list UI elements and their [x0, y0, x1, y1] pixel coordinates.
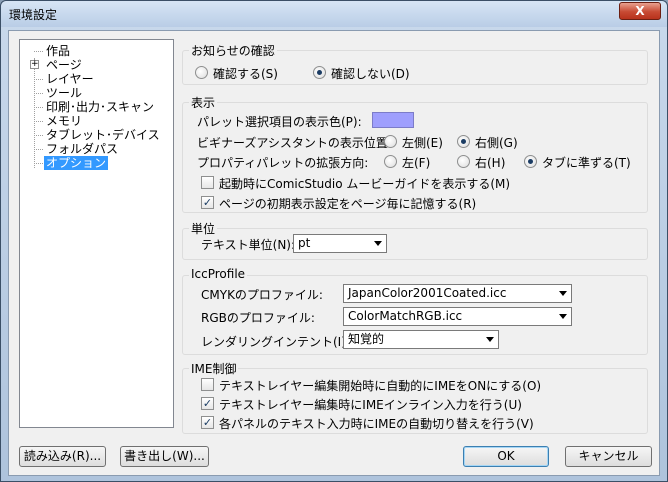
- tree-item-print[interactable]: 印刷･出力･スキャン: [44, 100, 156, 114]
- title-bar[interactable]: 環境設定 X: [1, 1, 667, 27]
- property-tab-radio[interactable]: [524, 155, 537, 168]
- tree-item-works[interactable]: 作品: [44, 44, 72, 58]
- startup-guide-label[interactable]: 起動時にComicStudio ムービーガイドを表示する(M): [219, 175, 510, 192]
- property-right-radio[interactable]: [457, 155, 470, 168]
- notice-group-title: お知らせの確認: [189, 42, 277, 59]
- chevron-down-icon: [559, 291, 567, 296]
- beginner-right-radio[interactable]: [457, 135, 470, 148]
- tree-item-memory[interactable]: メモリ: [44, 114, 84, 128]
- ime-auto-switch-label[interactable]: 各パネルのテキスト入力時にIMEの自動切り替えを行う(V): [219, 415, 534, 432]
- ime-auto-switch-checkbox[interactable]: ✓: [201, 416, 214, 429]
- noconfirm-radio[interactable]: [313, 66, 326, 79]
- cmyk-profile-select[interactable]: JapanColor2001Coated.icc: [343, 284, 572, 303]
- chevron-down-icon: [374, 241, 382, 246]
- rgb-profile-label: RGBのプロファイル:: [201, 311, 315, 325]
- display-group: 表示 パレット選択項目の表示色(P): ビギナーズアシスタントの表示位置: 左側…: [182, 94, 648, 213]
- text-unit-select[interactable]: pt: [293, 234, 387, 253]
- unit-group: 単位 テキスト単位(N): pt: [182, 220, 648, 260]
- cancel-button[interactable]: キャンセル: [565, 446, 652, 467]
- tree-item-option[interactable]: オプション: [44, 156, 109, 170]
- beginner-left-label[interactable]: 左側(E): [402, 134, 443, 151]
- confirm-label[interactable]: 確認する(S): [213, 65, 278, 82]
- tree-item-layer[interactable]: レイヤー: [44, 72, 96, 86]
- beginner-left-radio[interactable]: [384, 135, 397, 148]
- dialog-body: 作品 + ページ レイヤー ツール 印刷･出力･スキャン メモリ タブレット･デ…: [8, 30, 660, 476]
- property-tab-label[interactable]: タブに準ずる(T): [542, 154, 631, 171]
- noconfirm-label[interactable]: 確認しない(D): [331, 65, 410, 82]
- cmyk-profile-label: CMYKのプロファイル:: [201, 288, 323, 302]
- tree-item-folder-path[interactable]: フォルダパス: [44, 142, 120, 156]
- window-title: 環境設定: [9, 8, 58, 22]
- rendering-intent-label: レンダリングインテント(I):: [201, 335, 350, 349]
- expand-icon[interactable]: +: [30, 60, 39, 69]
- export-button[interactable]: 書き出し(W)...: [120, 446, 209, 467]
- rgb-profile-select[interactable]: ColorMatchRGB.icc: [343, 307, 572, 326]
- import-button[interactable]: 読み込み(R)...: [19, 446, 106, 467]
- startup-guide-checkbox[interactable]: [201, 176, 214, 189]
- property-left-label[interactable]: 左(F): [402, 154, 430, 171]
- tree-connector: [34, 58, 35, 168]
- settings-window: 環境設定 X 作品 + ページ レイヤー ツール 印刷･出力･スキャン メモリ …: [0, 0, 668, 482]
- property-right-label[interactable]: 右(H): [475, 154, 505, 171]
- rendering-intent-value: 知覚的: [348, 332, 385, 346]
- ime-inline-checkbox[interactable]: ✓: [201, 397, 214, 410]
- cmyk-profile-value: JapanColor2001Coated.icc: [348, 286, 507, 300]
- chevron-down-icon: [559, 314, 567, 319]
- rgb-profile-value: ColorMatchRGB.icc: [348, 309, 463, 323]
- display-group-title: 表示: [189, 94, 218, 111]
- close-icon: X: [635, 4, 645, 18]
- unit-group-title: 単位: [189, 220, 218, 237]
- beginner-position-label: ビギナーズアシスタントの表示位置:: [197, 136, 392, 150]
- close-button[interactable]: X: [619, 2, 661, 20]
- confirm-radio[interactable]: [195, 66, 208, 79]
- chevron-down-icon: [486, 337, 494, 342]
- tree-item-tool[interactable]: ツール: [44, 86, 84, 100]
- ime-group-title: IME制御: [189, 360, 239, 377]
- page-memory-checkbox[interactable]: ✓: [201, 196, 214, 209]
- beginner-right-label[interactable]: 右側(G): [475, 134, 518, 151]
- category-tree: 作品 + ページ レイヤー ツール 印刷･出力･スキャン メモリ タブレット･デ…: [19, 39, 174, 428]
- icc-group: IccProfile CMYKのプロファイル: JapanColor2001Co…: [182, 267, 648, 355]
- property-left-radio[interactable]: [384, 155, 397, 168]
- page-memory-label[interactable]: ページの初期表示設定をページ毎に記憶する(R): [219, 195, 476, 212]
- ime-auto-on-label[interactable]: テキストレイヤー編集開始時に自動的にIMEをONにする(O): [219, 377, 541, 394]
- tree-item-tablet[interactable]: タブレット･デバイス: [44, 128, 162, 142]
- palette-color-swatch[interactable]: [372, 112, 414, 128]
- ime-group: IME制御 テキストレイヤー編集開始時に自動的にIMEをONにする(O) ✓ テ…: [182, 360, 648, 434]
- ok-button[interactable]: OK: [463, 446, 549, 467]
- text-unit-label: テキスト単位(N):: [201, 238, 296, 252]
- tree-item-page[interactable]: ページ: [44, 58, 84, 72]
- ime-inline-label[interactable]: テキストレイヤー編集時にIMEインライン入力を行う(U): [219, 396, 522, 413]
- palette-color-label: パレット選択項目の表示色(P):: [197, 115, 362, 129]
- ime-auto-on-checkbox[interactable]: [201, 378, 214, 391]
- property-direction-label: プロパティパレットの拡張方向:: [197, 156, 369, 170]
- icc-group-title: IccProfile: [189, 267, 248, 281]
- notice-group: お知らせの確認 確認する(S) 確認しない(D): [182, 42, 648, 85]
- rendering-intent-select[interactable]: 知覚的: [343, 330, 499, 349]
- text-unit-value: pt: [298, 236, 311, 250]
